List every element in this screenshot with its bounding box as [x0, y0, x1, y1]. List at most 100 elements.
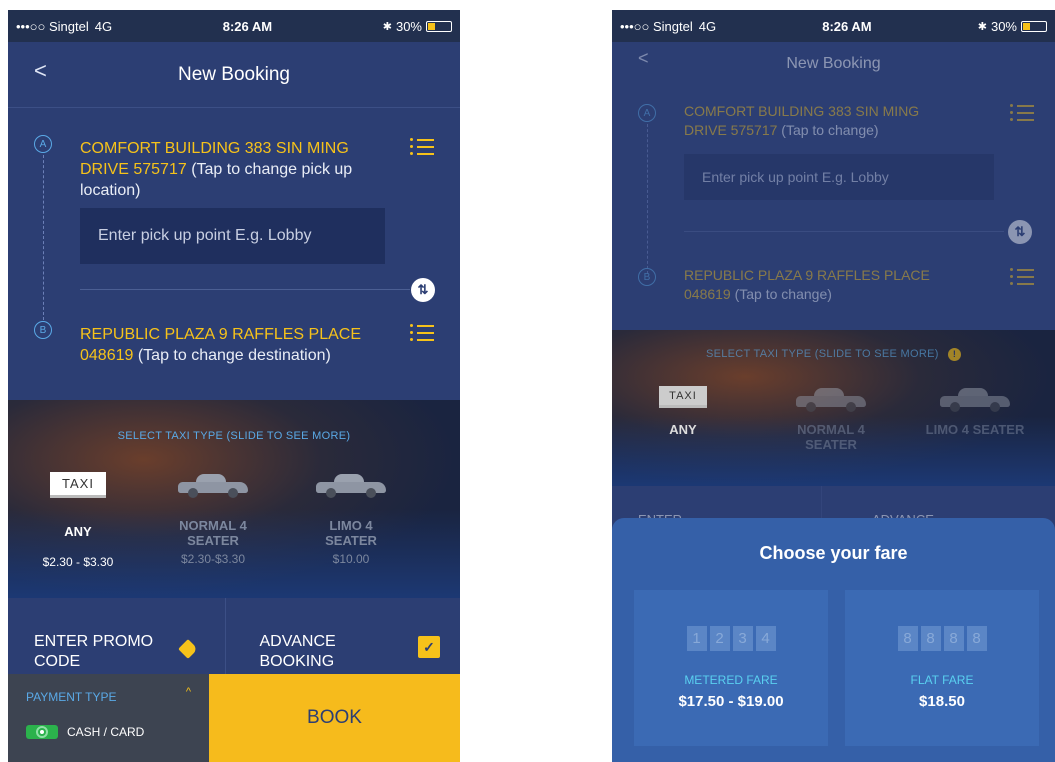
- taxi-option-any[interactable]: TAXI ANY: [636, 386, 730, 437]
- fare-sheet: Choose your fare 1 2 3 4 METERED FARE $1…: [612, 518, 1055, 762]
- saved-places-icon[interactable]: [1010, 102, 1036, 124]
- payment-type-selector[interactable]: PAYMENT TYPE ^ CASH / CARD: [8, 674, 209, 762]
- taxi-option-price: $2.30-$3.30: [180, 552, 246, 566]
- battery-percent: 30%: [395, 18, 422, 34]
- battery-percent: 30%: [990, 18, 1017, 34]
- car-icon: [796, 386, 866, 412]
- pickup-point-input[interactable]: Enter pick up point E.g. Lobby: [684, 154, 994, 200]
- fare-selection-screen: •••○○ Singtel 4G 8:26 AM ✱ 30% < New Boo…: [612, 10, 1055, 762]
- flat-fare-card[interactable]: 8 8 8 8 FLAT FARE $18.50: [845, 590, 1039, 746]
- bottom-bar: PAYMENT TYPE ^ CASH / CARD BOOK: [8, 674, 460, 762]
- taxi-option-limo[interactable]: LIMO 4 SEATER $10.00: [306, 472, 396, 566]
- saved-places-icon[interactable]: [410, 322, 436, 344]
- back-chevron-icon[interactable]: <: [638, 48, 649, 69]
- metered-fare-card[interactable]: 1 2 3 4 METERED FARE $17.50 - $19.00: [634, 590, 828, 746]
- booking-options: ENTER PROMO CODE ADVANCE BOOKING ✓: [8, 598, 460, 674]
- taxi-option-label: LIMO 4 SEATER: [925, 422, 1025, 437]
- route-line: [647, 124, 648, 274]
- taxi-option-limo[interactable]: LIMO 4 SEATER: [910, 386, 1040, 437]
- battery-icon: [1021, 20, 1047, 32]
- clock: 8:26 AM: [222, 18, 273, 34]
- fare-amount: $18.50: [919, 693, 965, 710]
- flat-digit: 8: [920, 626, 941, 651]
- pickup-point-input[interactable]: Enter pick up point E.g. Lobby: [80, 208, 385, 264]
- taxi-option-normal[interactable]: NORMAL 4 SEATER $2.30-$3.30: [168, 472, 258, 566]
- fare-amount: $17.50 - $19.00: [678, 693, 784, 710]
- flat-digit: 8: [897, 626, 918, 651]
- advance-booking-label: ADVANCE BOOKING: [259, 633, 336, 670]
- status-bar: •••○○ Singtel 4G 8:26 AM ✱ 30%: [8, 10, 460, 42]
- fare-sheet-title: Choose your fare: [759, 543, 908, 563]
- nav-bar: < New Booking: [8, 42, 460, 108]
- pickup-marker-icon: A: [638, 104, 656, 122]
- battery-icon: [426, 20, 452, 32]
- taxi-type-panel[interactable]: SELECT TAXI TYPE (SLIDE TO SEE MORE) ! T…: [612, 330, 1055, 486]
- pickup-hint: (Tap to change): [781, 122, 879, 138]
- taxi-sign-icon: TAXI: [659, 386, 707, 408]
- destination-hint: (Tap to change destination): [137, 347, 331, 364]
- taxi-caption: SELECT TAXI TYPE (SLIDE TO SEE MORE): [117, 430, 351, 442]
- meter-digit: 3: [732, 626, 753, 651]
- pickup-marker-icon: A: [34, 135, 52, 153]
- promo-code-label: ENTER PROMO CODE: [34, 633, 154, 670]
- network-label: 4G: [94, 18, 113, 34]
- page-title: New Booking: [178, 63, 290, 85]
- destination-address[interactable]: REPUBLIC PLAZA 9 RAFFLES PLACE 048619 (T…: [684, 266, 964, 304]
- swap-icon[interactable]: ⇅: [411, 278, 435, 302]
- taxi-caption-text: SELECT TAXI TYPE (SLIDE TO SEE MORE): [705, 348, 939, 360]
- carrier-label: •••○○ Singtel: [620, 18, 693, 34]
- taxi-option-any[interactable]: TAXI ANY $2.30 - $3.30: [18, 472, 138, 569]
- bluetooth-icon: ✱: [382, 20, 392, 33]
- route-card: A COMFORT BUILDING 383 SIN MING DRIVE 57…: [612, 86, 1055, 330]
- saved-places-icon[interactable]: [410, 136, 436, 158]
- info-icon[interactable]: !: [948, 348, 962, 361]
- taxi-option-label: LIMO 4 SEATER: [325, 518, 377, 548]
- destination-address[interactable]: REPUBLIC PLAZA 9 RAFFLES PLACE 048619 (T…: [80, 324, 380, 366]
- route-card: A COMFORT BUILDING 383 SIN MING DRIVE 57…: [8, 108, 460, 400]
- book-button[interactable]: BOOK: [209, 674, 460, 762]
- page-title: New Booking: [786, 55, 881, 72]
- car-icon: [316, 472, 386, 498]
- divider: [80, 289, 410, 290]
- taxi-option-label: ANY: [669, 422, 697, 437]
- saved-places-icon[interactable]: [1010, 266, 1036, 288]
- status-bar: •••○○ Singtel 4G 8:26 AM ✱ 30%: [612, 10, 1055, 42]
- taxi-option-price: $2.30 - $3.30: [42, 555, 114, 569]
- meter-digit: 2: [709, 626, 730, 651]
- advance-booking-button[interactable]: ADVANCE BOOKING ✓: [224, 598, 461, 674]
- promo-code-button[interactable]: ENTER PROMO CODE: [8, 598, 225, 674]
- divider: [684, 231, 1004, 232]
- car-icon: [178, 472, 248, 498]
- flat-digit: 8: [966, 626, 987, 651]
- pickup-address[interactable]: COMFORT BUILDING 383 SIN MING DRIVE 5757…: [684, 102, 964, 140]
- network-label: 4G: [698, 18, 717, 34]
- meter-digit: 1: [686, 626, 707, 651]
- taxi-option-normal[interactable]: NORMAL 4 SEATER: [776, 386, 886, 452]
- payment-type-label: PAYMENT TYPE: [26, 690, 117, 704]
- nav-bar: < New Booking: [612, 42, 1055, 86]
- taxi-option-price: $10.00: [332, 552, 370, 566]
- taxi-type-panel[interactable]: SELECT TAXI TYPE (SLIDE TO SEE MORE) TAX…: [8, 400, 460, 598]
- taxi-option-label: NORMAL 4 SEATER: [179, 518, 247, 548]
- taxi-sign-icon: TAXI: [50, 472, 106, 498]
- flat-digits-icon: 8 8 8 8: [845, 626, 1039, 651]
- cash-icon: [26, 725, 58, 739]
- calendar-icon: ✓: [418, 636, 440, 658]
- swap-icon[interactable]: ⇅: [1008, 220, 1032, 244]
- taxi-option-label: ANY: [64, 524, 92, 539]
- fare-type-label: FLAT FARE: [910, 673, 974, 687]
- carrier-label: •••○○ Singtel: [16, 18, 89, 34]
- taxi-caption: SELECT TAXI TYPE (SLIDE TO SEE MORE) !: [612, 348, 1055, 361]
- clock: 8:26 AM: [822, 18, 872, 34]
- tag-icon: [177, 639, 198, 659]
- destination-hint: (Tap to change): [734, 286, 832, 302]
- destination-marker-icon: B: [34, 321, 52, 339]
- taxi-option-label: NORMAL 4 SEATER: [797, 422, 865, 452]
- pickup-address[interactable]: COMFORT BUILDING 383 SIN MING DRIVE 5757…: [80, 138, 390, 201]
- meter-digit: 4: [755, 626, 776, 651]
- destination-marker-icon: B: [638, 268, 656, 286]
- route-line: [43, 155, 44, 320]
- fare-type-label: METERED FARE: [684, 673, 778, 687]
- back-chevron-icon[interactable]: <: [34, 58, 47, 84]
- chevron-up-icon: ^: [185, 686, 191, 698]
